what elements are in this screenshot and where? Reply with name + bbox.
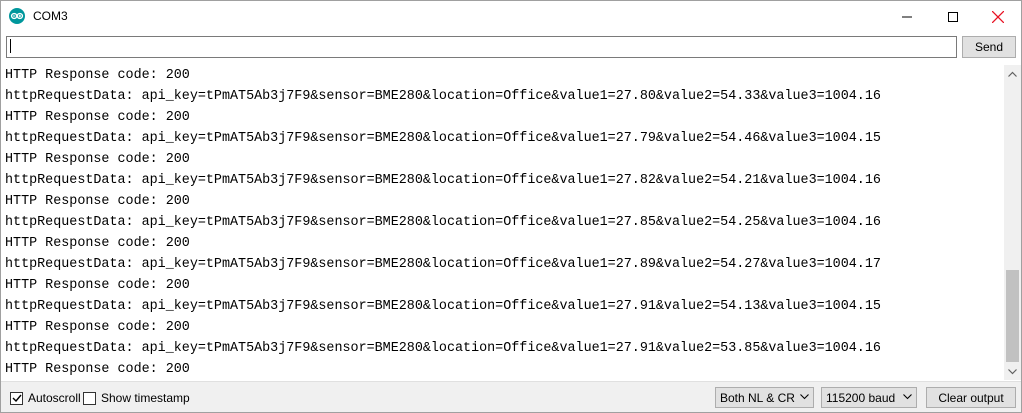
output-line: HTTP Response code: 200 (5, 320, 190, 335)
output-line: HTTP Response code: 200 (5, 278, 190, 293)
output-line: HTTP Response code: 200 (5, 110, 190, 125)
minimize-button[interactable] (884, 1, 930, 32)
show-timestamp-checkbox[interactable] (83, 391, 96, 405)
autoscroll-toggle[interactable]: Autoscroll (10, 390, 81, 406)
output-scrollbar[interactable] (1004, 65, 1021, 380)
output-line: HTTP Response code: 200 (5, 362, 190, 377)
scroll-up-arrow[interactable] (1004, 65, 1021, 82)
output-line: HTTP Response code: 200 (5, 194, 190, 209)
send-button[interactable]: Send (962, 36, 1016, 58)
scroll-thumb[interactable] (1006, 270, 1019, 362)
output-line: httpRequestData: api_key=tPmAT5Ab3j7F9&s… (5, 299, 881, 314)
minimize-icon (902, 16, 912, 17)
chevron-down-icon (800, 394, 809, 400)
close-icon (992, 10, 1004, 23)
serial-monitor-window: COM3 Send HTTP Response code: 200 httpReq… (0, 0, 1022, 413)
show-timestamp-label: Show timestamp (101, 391, 190, 405)
window-title: COM3 (33, 9, 68, 23)
output-line: HTTP Response code: 200 (5, 68, 190, 83)
bottom-toolbar: Autoscroll Show timestamp Both NL & CR 1… (1, 381, 1021, 412)
chevron-up-icon (1008, 71, 1017, 77)
autoscroll-checkbox[interactable] (10, 391, 23, 405)
line-ending-value: Both NL & CR (720, 390, 795, 405)
clear-output-button[interactable]: Clear output (926, 387, 1016, 408)
serial-send-input[interactable] (6, 36, 957, 58)
close-button[interactable] (975, 1, 1021, 32)
baud-rate-select[interactable]: 115200 baud (821, 387, 917, 408)
serial-output-area[interactable]: HTTP Response code: 200 httpRequestData: … (2, 65, 1004, 380)
timestamp-toggle[interactable]: Show timestamp (83, 390, 190, 406)
arduino-logo-icon (9, 8, 25, 24)
title-bar[interactable]: COM3 (1, 1, 1021, 32)
send-row: Send (1, 32, 1021, 62)
output-line: httpRequestData: api_key=tPmAT5Ab3j7F9&s… (5, 341, 881, 356)
output-line: httpRequestData: api_key=tPmAT5Ab3j7F9&s… (5, 173, 881, 188)
output-line: httpRequestData: api_key=tPmAT5Ab3j7F9&s… (5, 215, 881, 230)
output-line: httpRequestData: api_key=tPmAT5Ab3j7F9&s… (5, 131, 881, 146)
autoscroll-label: Autoscroll (28, 391, 81, 405)
checkmark-icon (12, 394, 22, 402)
baud-rate-value: 115200 baud (826, 390, 896, 405)
chevron-down-icon (1008, 368, 1017, 374)
output-line: HTTP Response code: 200 (5, 236, 190, 251)
line-ending-select[interactable]: Both NL & CR (715, 387, 814, 408)
output-line: httpRequestData: api_key=tPmAT5Ab3j7F9&s… (5, 257, 881, 272)
output-line: httpRequestData: api_key=tPmAT5Ab3j7F9&s… (5, 89, 881, 104)
text-caret (10, 39, 11, 53)
scroll-down-arrow[interactable] (1004, 363, 1021, 380)
chevron-down-icon (903, 394, 912, 400)
output-line: HTTP Response code: 200 (5, 152, 190, 167)
maximize-button[interactable] (930, 1, 976, 32)
maximize-icon (948, 11, 958, 22)
